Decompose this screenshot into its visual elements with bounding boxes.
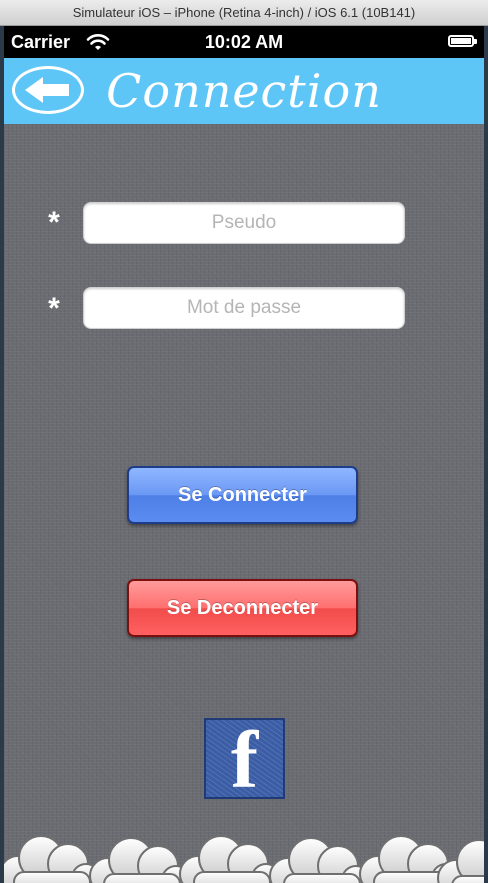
simulator-titlebar: Simulateur iOS – iPhone (Retina 4-inch) … [0, 0, 488, 26]
navigation-bar: Connection [4, 58, 484, 124]
clock: 10:02 AM [204, 32, 284, 52]
facebook-icon: f [230, 718, 259, 799]
required-marker-pseudo: * [48, 206, 60, 239]
pseudo-field[interactable] [83, 202, 405, 244]
disconnect-button[interactable]: Se Deconnecter [127, 579, 358, 637]
facebook-button[interactable]: f [204, 718, 285, 799]
clouds-decoration [4, 835, 484, 883]
phone-screen: Carrier 10:02 AM Connection * * Se Conne… [4, 26, 484, 883]
status-bar: Carrier 10:02 AM [4, 26, 484, 58]
password-field[interactable] [83, 287, 405, 329]
battery-icon [448, 35, 477, 47]
connect-button[interactable]: Se Connecter [127, 466, 358, 524]
page-title: Connection [106, 64, 382, 118]
required-marker-password: * [48, 292, 60, 325]
main-content: * * Se Connecter Se Deconnecter f [4, 124, 484, 883]
